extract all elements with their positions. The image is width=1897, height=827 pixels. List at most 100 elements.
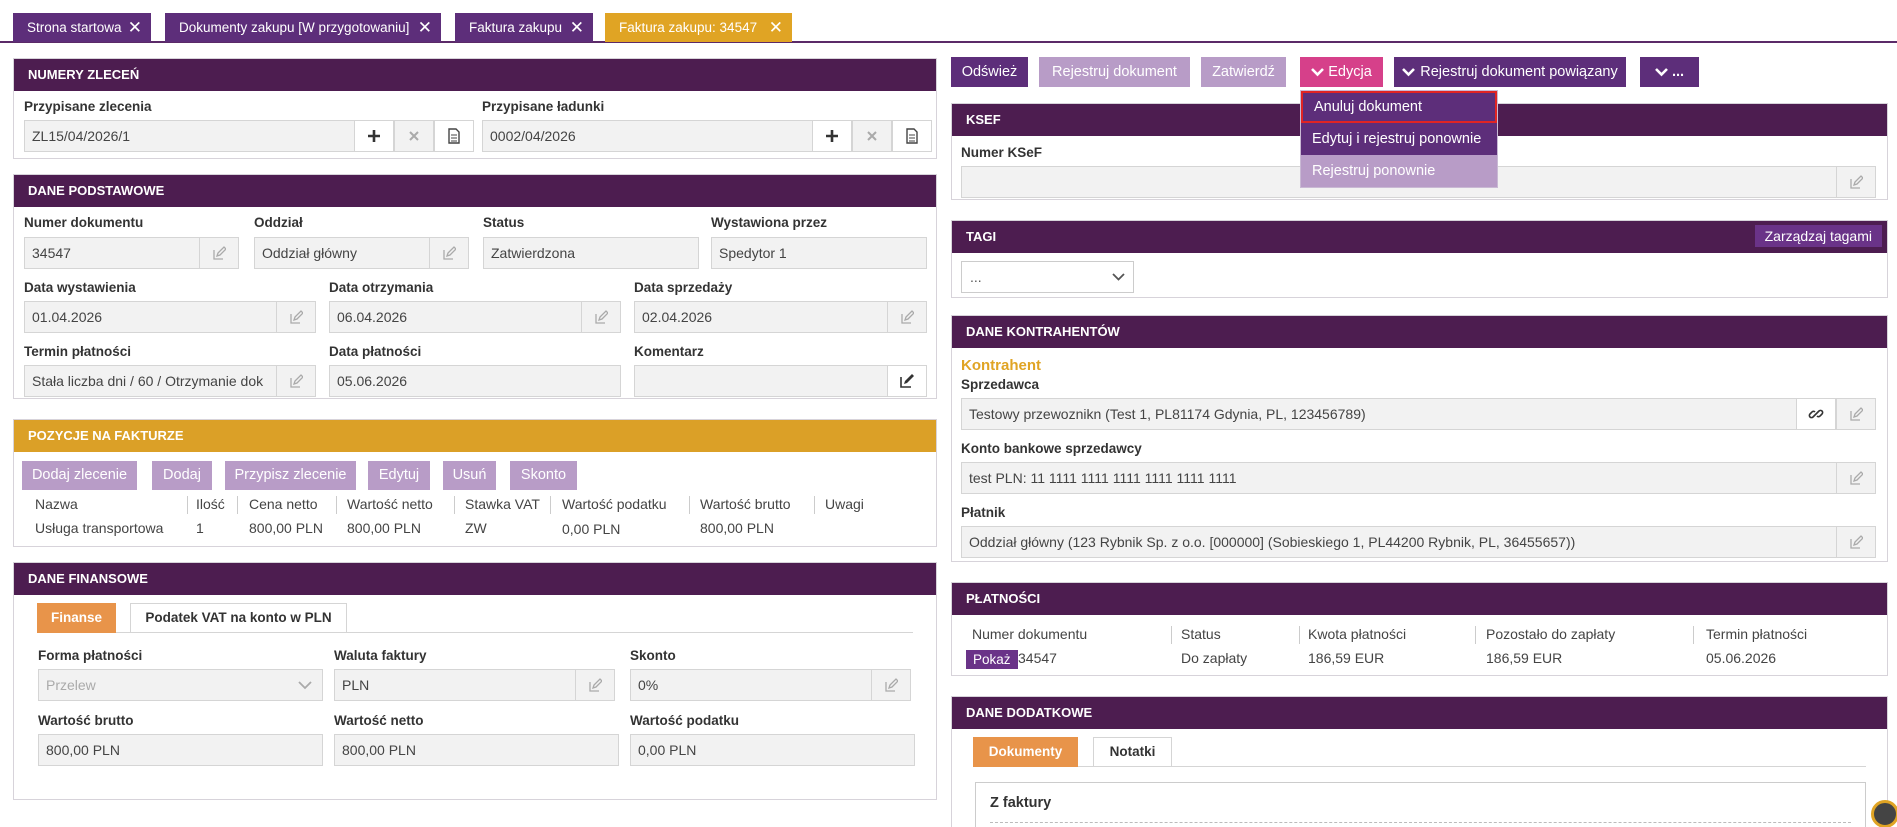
edycja-button[interactable]: Edycja — [1300, 57, 1383, 87]
field-label: Konto bankowe sprzedawcy — [961, 441, 1142, 456]
termin-platnosci-field[interactable]: Stała liczba dni / 60 / Otrzymanie dok — [24, 365, 278, 397]
chat-icon[interactable] — [1871, 800, 1897, 827]
przypisane-zlecenia-field[interactable]: ZL15/04/2026/1 — [24, 120, 369, 152]
tab-faktura-zakupu[interactable]: Faktura zakupu ✕ — [455, 13, 593, 42]
remove-button[interactable] — [852, 120, 892, 152]
tab-label: Faktura zakupu — [469, 20, 563, 35]
platnik-field[interactable]: Oddział główny (123 Rybnik Sp. z o.o. [0… — [961, 526, 1847, 558]
edit-button[interactable] — [581, 301, 621, 333]
tab-notatki[interactable]: Notatki — [1093, 737, 1172, 767]
edit-button[interactable] — [1836, 462, 1876, 494]
column-header[interactable]: Ilość — [196, 496, 225, 512]
menu-item-anuluj-dokument[interactable]: Anuluj dokument — [1301, 91, 1497, 123]
oddzial-field[interactable]: Oddział główny — [254, 237, 444, 269]
table-cell: 05.06.2026 — [1706, 650, 1777, 666]
divider — [1299, 626, 1300, 644]
panel-title: DANE FINANSOWE — [14, 563, 936, 595]
konto-bankowe-field[interactable]: test PLN: 11 1111 1111 1111 1111 1111 11… — [961, 462, 1847, 494]
column-header[interactable]: Numer dokumentu — [972, 626, 1087, 642]
tags-select[interactable]: ... — [961, 261, 1134, 293]
tab-dokumenty-zakupu[interactable]: Dokumenty zakupu [W przygotowaniu] ✕ — [165, 13, 441, 42]
column-header[interactable]: Wartość podatku — [562, 496, 667, 512]
edit-button[interactable] — [575, 669, 615, 701]
tab-podatek-vat[interactable]: Podatek VAT na konto w PLN — [130, 603, 347, 633]
field-label: Status — [483, 215, 525, 230]
edytuj-button[interactable]: Edytuj — [368, 461, 430, 490]
waluta-faktury-field[interactable]: PLN — [334, 669, 578, 701]
edit-button[interactable] — [199, 237, 239, 269]
close-icon[interactable]: ✕ — [769, 13, 783, 42]
data-sprzedazy-field[interactable]: 02.04.2026 — [634, 301, 927, 333]
close-icon[interactable]: ✕ — [128, 13, 142, 42]
table-cell: 800,00 PLN — [347, 520, 421, 536]
column-header[interactable]: Kwota płatności — [1308, 626, 1406, 642]
edit-button[interactable] — [871, 669, 911, 701]
field-label: Oddział — [254, 215, 303, 230]
forma-platnosci-select[interactable]: Przelew — [38, 669, 323, 701]
column-header[interactable]: Cena netto — [249, 496, 318, 512]
data-wystawienia-field[interactable]: 01.04.2026 — [24, 301, 316, 333]
edit-button[interactable] — [429, 237, 469, 269]
column-header[interactable]: Status — [1181, 626, 1221, 642]
numery-zlecen-panel: NUMERY ZLECEŃ Przypisane zlecenia ZL15/0… — [13, 58, 937, 159]
edit-button[interactable] — [1836, 526, 1876, 558]
pokaz-button[interactable]: Pokaż — [966, 650, 1018, 669]
rejestruj-powiazany-label: Rejestruj dokument powiązany — [1420, 64, 1618, 80]
field-label: Wartość netto — [334, 713, 424, 728]
menu-item-edytuj-rejestruj[interactable]: Edytuj i rejestruj ponownie — [1301, 123, 1497, 155]
table-cell: 0,00 PLN — [562, 521, 621, 537]
column-header[interactable]: Nazwa — [35, 496, 78, 512]
przypisane-ladunki-field[interactable]: 0002/04/2026 — [482, 120, 827, 152]
usun-button[interactable]: Usuń — [443, 461, 496, 490]
zarzadzaj-tagami-button[interactable]: Zarządzaj tagami — [1754, 225, 1882, 247]
tab-finanse[interactable]: Finanse — [37, 603, 116, 633]
komentarz-field[interactable] — [634, 365, 927, 397]
zatwierdz-button[interactable]: Zatwierdź — [1201, 57, 1286, 87]
link-button[interactable] — [1796, 398, 1836, 430]
close-icon[interactable]: ✕ — [418, 13, 432, 42]
edit-button[interactable] — [887, 365, 927, 397]
tagi-panel: TAGI Zarządzaj tagami ... — [951, 220, 1888, 298]
column-header[interactable]: Stawka VAT — [465, 496, 540, 512]
add-button[interactable] — [812, 120, 852, 152]
edit-button[interactable] — [276, 365, 316, 397]
skonto-button[interactable]: Skonto — [510, 461, 577, 490]
wartosc-podatku-field: 0,00 PLN — [630, 734, 915, 766]
field-label: Data płatności — [329, 344, 422, 359]
tab-dokumenty[interactable]: Dokumenty — [973, 737, 1078, 767]
column-header[interactable]: Pozostało do zapłaty — [1486, 626, 1615, 642]
edit-icon — [1850, 407, 1863, 421]
chevron-down-icon — [298, 681, 312, 690]
field-label: Data sprzedaży — [634, 280, 733, 295]
menu-item-rejestruj-ponownie[interactable]: Rejestruj ponownie — [1301, 155, 1497, 187]
divider — [1475, 626, 1476, 644]
numer-dokumentu-field[interactable]: 34547 — [24, 237, 214, 269]
skonto-field[interactable]: 0% — [630, 669, 874, 701]
dodaj-zlecenie-button[interactable]: Dodaj zlecenie — [22, 461, 137, 490]
column-header[interactable]: Termin płatności — [1706, 626, 1807, 642]
remove-button[interactable] — [394, 120, 434, 152]
sprzedawca-field[interactable]: Testowy przewoznikn (Test 1, PL81174 Gdy… — [961, 398, 1807, 430]
more-actions-button[interactable]: ... — [1640, 57, 1699, 87]
column-header[interactable]: Wartość brutto — [700, 496, 791, 512]
edit-button[interactable] — [1836, 166, 1876, 198]
rejestruj-powiazany-button[interactable]: Rejestruj dokument powiązany — [1394, 57, 1626, 87]
odswiez-button[interactable]: Odśwież — [951, 57, 1028, 87]
edit-button[interactable] — [276, 301, 316, 333]
przypisz-zlecenie-button[interactable]: Przypisz zlecenie — [225, 461, 356, 490]
document-button[interactable] — [434, 120, 474, 152]
column-header[interactable]: Wartość netto — [347, 496, 433, 512]
edit-button[interactable] — [887, 301, 927, 333]
column-header[interactable]: Uwagi — [825, 496, 864, 512]
dodaj-button[interactable]: Dodaj — [152, 461, 212, 490]
divider — [454, 496, 455, 514]
tab-faktura-zakupu-34547[interactable]: Faktura zakupu: 34547 ✕ — [605, 13, 792, 42]
tab-strona-startowa[interactable]: Strona startowa ✕ — [13, 13, 151, 42]
rejestruj-dokument-button[interactable]: Rejestruj dokument — [1039, 57, 1190, 87]
edit-button[interactable] — [1836, 398, 1876, 430]
close-icon[interactable]: ✕ — [570, 13, 584, 42]
add-button[interactable] — [354, 120, 394, 152]
data-otrzymania-field[interactable]: 06.04.2026 — [329, 301, 621, 333]
field-label: Wartość podatku — [630, 713, 740, 728]
document-button[interactable] — [892, 120, 932, 152]
